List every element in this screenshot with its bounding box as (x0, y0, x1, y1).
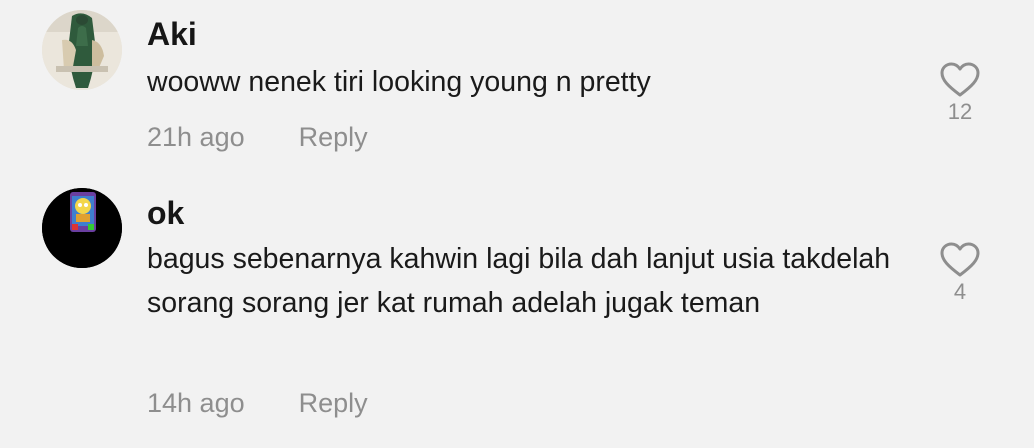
comment-text: bagus sebenarnya kahwin lagi bila dah la… (147, 243, 891, 319)
timestamp: 21h ago (147, 122, 245, 152)
comment-item: Aki wooww nenek tiri looking young n pre… (0, 0, 1034, 178)
timestamp: 14h ago (147, 388, 245, 418)
reply-button[interactable]: Reply (299, 388, 368, 418)
like-count: 12 (947, 99, 973, 124)
heart-icon[interactable] (938, 60, 982, 100)
like-count: 4 (953, 279, 967, 304)
cartoon-avatar-icon (42, 188, 122, 268)
comment-list: Aki wooww nenek tiri looking young n pre… (0, 0, 1034, 448)
comment-meta: 14h ago Reply (147, 388, 368, 418)
comment-item: ok bagus sebenarnya kahwin lagi bila dah… (0, 178, 1034, 448)
username[interactable]: Aki (147, 16, 197, 52)
like-control: 12 (938, 60, 982, 124)
comment-text: wooww nenek tiri looking young n pretty (147, 66, 651, 98)
username[interactable]: ok (147, 195, 184, 231)
avatar[interactable] (42, 188, 122, 268)
profile-photo-icon (42, 10, 122, 90)
comment-meta: 21h ago Reply (147, 122, 368, 152)
avatar[interactable] (42, 10, 122, 90)
like-control: 4 (938, 240, 982, 304)
heart-icon[interactable] (938, 240, 982, 280)
reply-button[interactable]: Reply (299, 122, 368, 152)
